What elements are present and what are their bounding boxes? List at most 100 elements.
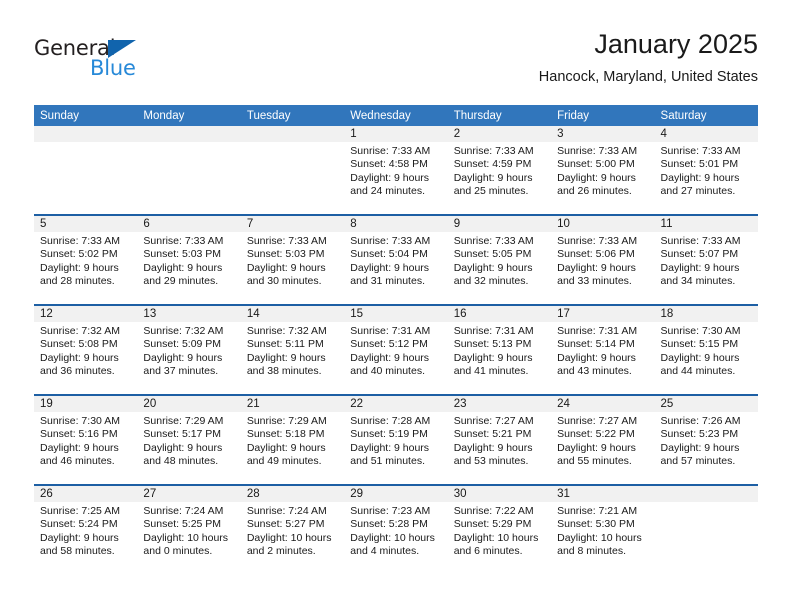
day-cell[interactable]: 4 Sunrise: 7:33 AM Sunset: 5:01 PM Dayli…	[654, 126, 758, 214]
sunset-text: Sunset: 5:03 PM	[246, 248, 325, 261]
daylight-text-line1: Daylight: 9 hours	[453, 441, 533, 454]
day-cell[interactable]: 7 Sunrise: 7:33 AM Sunset: 5:03 PM Dayli…	[240, 216, 345, 304]
day-cell[interactable]: 30 Sunrise: 7:22 AM Sunset: 5:29 PM Dayl…	[447, 486, 552, 574]
daylight-text-line1: Daylight: 9 hours	[453, 171, 533, 184]
day-cell[interactable]: 12 Sunrise: 7:32 AM Sunset: 5:08 PM Dayl…	[34, 306, 138, 394]
sunset-text: Sunset: 5:18 PM	[246, 428, 325, 441]
sunset-text: Sunset: 5:28 PM	[350, 518, 428, 531]
day-cell[interactable]: 23 Sunrise: 7:27 AM Sunset: 5:21 PM Dayl…	[447, 396, 552, 484]
day-cell[interactable]: 20 Sunrise: 7:29 AM Sunset: 5:17 PM Dayl…	[137, 396, 241, 484]
daylight-text-line1: Daylight: 9 hours	[660, 261, 740, 274]
day-details: Sunrise: 7:30 AM Sunset: 5:16 PM Dayligh…	[34, 412, 137, 469]
daylight-text-line1: Daylight: 9 hours	[350, 171, 430, 184]
daylight-text-line2: and 41 minutes.	[453, 365, 529, 378]
daylight-text-line1: Daylight: 9 hours	[350, 261, 430, 274]
day-number: 28	[240, 486, 345, 502]
day-details: Sunrise: 7:33 AM Sunset: 5:05 PM Dayligh…	[448, 232, 551, 289]
daylight-text-line2: and 46 minutes.	[40, 455, 115, 468]
day-details: Sunrise: 7:22 AM Sunset: 5:29 PM Dayligh…	[448, 502, 551, 559]
day-details: Sunrise: 7:32 AM Sunset: 5:09 PM Dayligh…	[137, 322, 240, 379]
sunrise-text: Sunrise: 7:32 AM	[40, 325, 120, 337]
sunset-text: Sunset: 5:24 PM	[40, 518, 118, 531]
day-cell[interactable]: 31 Sunrise: 7:21 AM Sunset: 5:30 PM Dayl…	[551, 486, 655, 574]
day-cell[interactable]	[137, 126, 241, 214]
day-details: Sunrise: 7:33 AM Sunset: 4:58 PM Dayligh…	[344, 142, 447, 199]
sunset-text: Sunset: 5:30 PM	[557, 518, 635, 531]
day-cell[interactable]: 22 Sunrise: 7:28 AM Sunset: 5:19 PM Dayl…	[344, 396, 448, 484]
day-cell[interactable]: 9 Sunrise: 7:33 AM Sunset: 5:05 PM Dayli…	[447, 216, 552, 304]
day-cell[interactable]: 8 Sunrise: 7:33 AM Sunset: 5:04 PM Dayli…	[344, 216, 448, 304]
weekday-header-tuesday: Tuesday	[246, 110, 291, 122]
calendar-grid: Sunday Monday Tuesday Wednesday Thursday…	[34, 105, 758, 574]
day-cell[interactable]: 17 Sunrise: 7:31 AM Sunset: 5:14 PM Dayl…	[551, 306, 655, 394]
sunrise-text: Sunrise: 7:33 AM	[660, 235, 741, 247]
day-cell[interactable]: 26 Sunrise: 7:25 AM Sunset: 5:24 PM Dayl…	[34, 486, 138, 574]
day-cell[interactable]: 15 Sunrise: 7:31 AM Sunset: 5:12 PM Dayl…	[344, 306, 448, 394]
daylight-text-line2: and 36 minutes.	[40, 365, 115, 378]
sunrise-text: Sunrise: 7:33 AM	[350, 145, 431, 157]
day-cell[interactable]	[240, 126, 345, 214]
day-cell[interactable]: 21 Sunrise: 7:29 AM Sunset: 5:18 PM Dayl…	[240, 396, 345, 484]
day-cell[interactable]: 6 Sunrise: 7:33 AM Sunset: 5:03 PM Dayli…	[137, 216, 241, 304]
sunrise-text: Sunrise: 7:21 AM	[557, 505, 638, 517]
sunrise-text: Sunrise: 7:24 AM	[143, 505, 224, 517]
day-cell[interactable]: 29 Sunrise: 7:23 AM Sunset: 5:28 PM Dayl…	[344, 486, 448, 574]
daylight-text-line1: Daylight: 9 hours	[143, 441, 223, 454]
daylight-text-line2: and 40 minutes.	[350, 365, 425, 378]
day-details	[137, 142, 240, 145]
sunset-text: Sunset: 5:21 PM	[453, 428, 532, 441]
day-cell[interactable]: 25 Sunrise: 7:26 AM Sunset: 5:23 PM Dayl…	[654, 396, 758, 484]
sunrise-text: Sunrise: 7:33 AM	[557, 145, 638, 157]
daylight-text-line2: and 44 minutes.	[660, 365, 736, 378]
day-cell[interactable]: 19 Sunrise: 7:30 AM Sunset: 5:16 PM Dayl…	[34, 396, 138, 484]
sunrise-text: Sunrise: 7:30 AM	[40, 415, 120, 427]
day-cell[interactable]: 16 Sunrise: 7:31 AM Sunset: 5:13 PM Dayl…	[447, 306, 552, 394]
daylight-text-line2: and 57 minutes.	[660, 455, 736, 468]
day-cell[interactable]: 11 Sunrise: 7:33 AM Sunset: 5:07 PM Dayl…	[654, 216, 758, 304]
daylight-text-line2: and 49 minutes.	[246, 455, 322, 468]
day-cell[interactable]: 14 Sunrise: 7:32 AM Sunset: 5:11 PM Dayl…	[240, 306, 345, 394]
day-details: Sunrise: 7:32 AM Sunset: 5:11 PM Dayligh…	[241, 322, 344, 379]
daylight-text-line2: and 38 minutes.	[246, 365, 322, 378]
day-cell[interactable]: 13 Sunrise: 7:32 AM Sunset: 5:09 PM Dayl…	[137, 306, 241, 394]
day-number: 6	[137, 216, 241, 232]
daylight-text-line2: and 33 minutes.	[557, 275, 632, 288]
daylight-text-line1: Daylight: 9 hours	[40, 351, 119, 364]
day-cell[interactable]: 27 Sunrise: 7:24 AM Sunset: 5:25 PM Dayl…	[137, 486, 241, 574]
sunrise-text: Sunrise: 7:33 AM	[350, 235, 431, 247]
day-number	[137, 126, 241, 142]
day-number: 17	[551, 306, 655, 322]
day-cell[interactable]: 18 Sunrise: 7:30 AM Sunset: 5:15 PM Dayl…	[654, 306, 758, 394]
day-cell[interactable]: 28 Sunrise: 7:24 AM Sunset: 5:27 PM Dayl…	[240, 486, 345, 574]
daylight-text-line1: Daylight: 9 hours	[350, 441, 430, 454]
day-details: Sunrise: 7:33 AM Sunset: 5:02 PM Dayligh…	[34, 232, 137, 289]
daylight-text-line1: Daylight: 10 hours	[350, 531, 435, 544]
sunset-text: Sunset: 5:00 PM	[557, 158, 635, 171]
daylight-text-line2: and 32 minutes.	[453, 275, 529, 288]
day-cell[interactable]: 5 Sunrise: 7:33 AM Sunset: 5:02 PM Dayli…	[34, 216, 138, 304]
daylight-text-line1: Daylight: 9 hours	[246, 441, 326, 454]
sunset-text: Sunset: 5:16 PM	[40, 428, 118, 441]
day-number	[34, 126, 138, 142]
day-details: Sunrise: 7:27 AM Sunset: 5:21 PM Dayligh…	[448, 412, 551, 469]
day-details: Sunrise: 7:32 AM Sunset: 5:08 PM Dayligh…	[34, 322, 137, 379]
day-cell[interactable]: 1 Sunrise: 7:33 AM Sunset: 4:58 PM Dayli…	[344, 126, 448, 214]
daylight-text-line2: and 55 minutes.	[557, 455, 632, 468]
daylight-text-line2: and 31 minutes.	[350, 275, 425, 288]
day-cell[interactable]: 24 Sunrise: 7:27 AM Sunset: 5:22 PM Dayl…	[551, 396, 655, 484]
daylight-text-line1: Daylight: 9 hours	[143, 261, 223, 274]
day-cell[interactable]: 10 Sunrise: 7:33 AM Sunset: 5:06 PM Dayl…	[551, 216, 655, 304]
weekday-header-wednesday: Wednesday	[350, 110, 411, 122]
daylight-text-line1: Daylight: 9 hours	[246, 351, 326, 364]
daylight-text-line2: and 43 minutes.	[557, 365, 632, 378]
daylight-text-line1: Daylight: 9 hours	[40, 261, 119, 274]
daylight-text-line1: Daylight: 9 hours	[40, 441, 119, 454]
day-cell[interactable]	[654, 486, 758, 574]
day-cell[interactable]: 2 Sunrise: 7:33 AM Sunset: 4:59 PM Dayli…	[447, 126, 552, 214]
day-details: Sunrise: 7:33 AM Sunset: 5:01 PM Dayligh…	[655, 142, 758, 199]
day-cell[interactable]: 3 Sunrise: 7:33 AM Sunset: 5:00 PM Dayli…	[551, 126, 655, 214]
week-row: 12 Sunrise: 7:32 AM Sunset: 5:08 PM Dayl…	[34, 304, 758, 394]
day-cell[interactable]	[34, 126, 138, 214]
page-subtitle: Hancock, Maryland, United States	[538, 69, 758, 85]
sunrise-text: Sunrise: 7:33 AM	[660, 145, 741, 157]
